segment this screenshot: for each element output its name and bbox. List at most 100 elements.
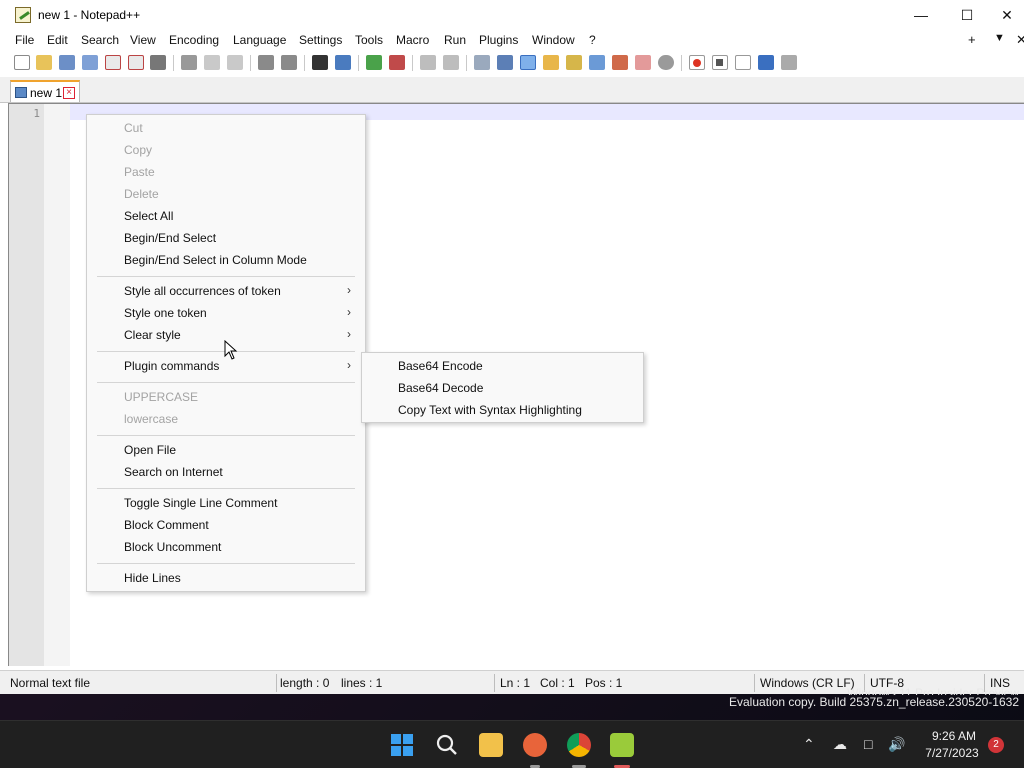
folder-as-workspace-icon[interactable]	[589, 55, 605, 70]
ctx-paste: Paste	[87, 161, 365, 183]
run-macro-multiple-icon[interactable]	[758, 55, 774, 70]
ctx-block-uncomment-label: Block Uncomment	[124, 540, 222, 554]
close-tab-icon[interactable]: ✕	[1016, 32, 1024, 48]
volume-icon[interactable]: 🔊	[888, 736, 905, 753]
menu-language[interactable]: Language	[233, 33, 286, 47]
cut-icon[interactable]	[181, 55, 197, 70]
menu-encoding[interactable]: Encoding	[169, 33, 219, 47]
sub-base64-encode[interactable]: Base64 Encode	[362, 355, 643, 377]
redo-icon[interactable]	[281, 55, 297, 70]
ctx-style-one-token[interactable]: Style one token ›	[87, 302, 365, 324]
tab-new-1[interactable]: new 1 ×	[10, 80, 80, 102]
tab-close-icon[interactable]: ×	[63, 87, 75, 99]
close-window-button[interactable]: ✕	[990, 0, 1024, 30]
menu-help[interactable]: ?	[589, 33, 596, 47]
title-bar: new 1 - Notepad++ — ☐ ✕	[0, 0, 1024, 30]
open-file-icon[interactable]	[36, 55, 52, 70]
ctx-separator	[97, 563, 355, 564]
sub-base64-decode[interactable]: Base64 Decode	[362, 377, 643, 399]
save-all-icon[interactable]	[82, 55, 98, 70]
function-list-icon[interactable]	[566, 55, 582, 70]
menu-file[interactable]: File	[15, 33, 34, 47]
sync-vertical-icon[interactable]	[420, 55, 436, 70]
document-map-icon[interactable]	[543, 55, 559, 70]
file-explorer-icon[interactable]	[479, 733, 503, 757]
toolbar-separator	[358, 55, 359, 71]
menu-tools[interactable]: Tools	[355, 33, 383, 47]
ctx-block-uncomment[interactable]: Block Uncomment	[87, 536, 365, 558]
show-all-characters-icon[interactable]	[497, 55, 513, 70]
ctx-open-file[interactable]: Open File	[87, 439, 365, 461]
save-macro-icon[interactable]	[781, 55, 797, 70]
sub-copy-syntax-highlighting[interactable]: Copy Text with Syntax Highlighting	[362, 399, 643, 421]
replace-icon[interactable]	[335, 55, 351, 70]
save-icon[interactable]	[59, 55, 75, 70]
menu-edit[interactable]: Edit	[47, 33, 68, 47]
close-file-icon[interactable]	[105, 55, 121, 70]
record-macro-icon[interactable]	[689, 55, 705, 70]
monitoring-icon[interactable]	[635, 55, 651, 70]
ctx-begin-end-select[interactable]: Begin/End Select	[87, 227, 365, 249]
indent-guide-icon[interactable]	[520, 55, 536, 70]
zoom-in-icon[interactable]	[366, 55, 382, 70]
play-macro-icon[interactable]	[735, 55, 751, 70]
doc-switcher-icon[interactable]	[612, 55, 628, 70]
onedrive-icon[interactable]: ☁	[833, 736, 847, 753]
fold-margin	[44, 104, 70, 666]
ctx-hide-lines[interactable]: Hide Lines	[87, 567, 365, 589]
close-all-icon[interactable]	[128, 55, 144, 70]
new-tab-plus-icon[interactable]: +	[968, 32, 976, 47]
ctx-clear-style-label: Clear style	[124, 328, 181, 342]
menu-view[interactable]: View	[130, 33, 156, 47]
ctx-toggle-line-comment[interactable]: Toggle Single Line Comment	[87, 492, 365, 514]
clock-date[interactable]: 7/27/2023	[918, 746, 986, 760]
sync-horizontal-icon[interactable]	[443, 55, 459, 70]
undo-icon[interactable]	[258, 55, 274, 70]
zoom-out-icon[interactable]	[389, 55, 405, 70]
paste-icon[interactable]	[227, 55, 243, 70]
menu-settings[interactable]: Settings	[299, 33, 342, 47]
notification-badge[interactable]: 2	[988, 737, 1004, 753]
search-icon[interactable]	[435, 733, 459, 757]
status-separator	[494, 674, 495, 692]
status-length: length : 0	[280, 676, 330, 690]
ctx-style-all-occurrences-label: Style all occurrences of token	[124, 284, 281, 298]
mouse-pointer-icon	[224, 340, 238, 360]
ctx-style-one-token-label: Style one token	[124, 306, 207, 320]
show-hidden-icons-icon[interactable]: ⌃	[803, 736, 815, 753]
ctx-select-all[interactable]: Select All	[87, 205, 365, 227]
ctx-lowercase-label: lowercase	[124, 412, 179, 426]
network-icon[interactable]: □	[864, 736, 872, 752]
word-wrap-icon[interactable]	[474, 55, 490, 70]
ctx-begin-end-select-column[interactable]: Begin/End Select in Column Mode	[87, 249, 365, 271]
status-lines: lines : 1	[341, 676, 383, 690]
notepad-plus-plus-taskbar-icon[interactable]	[610, 733, 634, 757]
ctx-search-on-internet[interactable]: Search on Internet	[87, 461, 365, 483]
copy-icon[interactable]	[204, 55, 220, 70]
menu-run[interactable]: Run	[444, 33, 466, 47]
ctx-cut: Cut	[87, 117, 365, 139]
tab-list-dropdown-icon[interactable]: ▼	[994, 32, 1005, 44]
menu-bar: File Edit Search View Encoding Language …	[0, 30, 1024, 51]
maximize-button[interactable]: ☐	[944, 0, 990, 30]
panel-icon[interactable]	[658, 55, 674, 70]
ctx-style-all-occurrences[interactable]: Style all occurrences of token ›	[87, 280, 365, 302]
windows-start-icon[interactable]	[390, 733, 414, 757]
ctx-toggle-line-comment-label: Toggle Single Line Comment	[124, 496, 278, 510]
firefox-icon[interactable]	[523, 733, 547, 757]
menu-macro[interactable]: Macro	[396, 33, 429, 47]
chrome-icon[interactable]	[567, 733, 591, 757]
menu-plugins[interactable]: Plugins	[479, 33, 518, 47]
print-icon[interactable]	[150, 55, 166, 70]
menu-search[interactable]: Search	[81, 33, 119, 47]
toolbar-separator	[681, 55, 682, 71]
find-icon[interactable]	[312, 55, 328, 70]
stop-macro-icon[interactable]	[712, 55, 728, 70]
new-file-icon[interactable]	[14, 55, 30, 70]
ctx-separator	[97, 488, 355, 489]
tab-bar: new 1 ×	[0, 77, 1024, 103]
minimize-button[interactable]: —	[898, 0, 944, 30]
menu-window[interactable]: Window	[532, 33, 575, 47]
ctx-block-comment[interactable]: Block Comment	[87, 514, 365, 536]
clock-time[interactable]: 9:26 AM	[922, 729, 986, 743]
